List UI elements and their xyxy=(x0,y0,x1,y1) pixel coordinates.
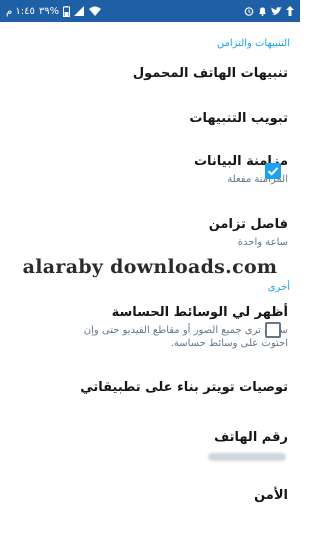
signal-icon xyxy=(74,6,85,16)
battery-percent: ٣٩% xyxy=(38,5,60,17)
data-sync-checkbox[interactable] xyxy=(265,163,281,179)
setting-data-sync[interactable]: مزامنة البيانات المزامنة مفعلة xyxy=(0,154,300,186)
setting-security[interactable]: الأمن xyxy=(0,488,300,503)
setting-title: توصيات تويتر بناء على تطبيقاتي xyxy=(80,380,288,395)
setting-title: تنبيهات الهاتف المحمول xyxy=(132,66,288,81)
setting-mobile-notifications[interactable]: تنبيهات الهاتف المحمول xyxy=(0,66,300,81)
watermark: alaraby downloads.com xyxy=(22,256,278,278)
notification-bell-icon xyxy=(258,6,267,16)
setting-sync-interval[interactable]: فاصل تزامن ساعة واحدة xyxy=(0,217,300,249)
alarm-icon xyxy=(244,6,254,16)
setting-subtitle: سوف ترى جميع الصور أو مقاطع الفيديو حتى … xyxy=(83,325,288,349)
battery-icon xyxy=(63,5,71,17)
arrow-up-icon xyxy=(286,6,294,16)
section-header-other: أخرى xyxy=(267,282,290,293)
wifi-icon xyxy=(89,6,102,16)
section-header-notifications-sync: التنبيهات والتزامن xyxy=(216,38,290,49)
setting-title: رقم الهاتف xyxy=(214,430,288,445)
twitter-icon xyxy=(271,6,282,16)
setting-sensitive-media[interactable]: أظهر لي الوسائط الحساسة سوف ترى جميع الص… xyxy=(0,305,300,350)
setting-title: تبويب التنبيهات xyxy=(189,111,288,126)
setting-subtitle: ساعة واحدة xyxy=(237,237,288,248)
setting-title: أظهر لي الوسائط الحساسة xyxy=(111,305,288,320)
redacted-phone-number xyxy=(208,453,286,461)
setting-title: الأمن xyxy=(254,488,288,503)
status-bar: ١:٤٥ م ٣٩% xyxy=(0,0,300,22)
sensitive-media-checkbox[interactable] xyxy=(265,322,281,338)
setting-twitter-recommendations[interactable]: توصيات تويتر بناء على تطبيقاتي xyxy=(0,380,300,395)
setting-notification-tab[interactable]: تبويب التنبيهات xyxy=(0,111,300,126)
setting-subtitle: المزامنة مفعلة xyxy=(227,174,288,185)
setting-title: مزامنة البيانات xyxy=(193,154,288,169)
status-bar-left: ١:٤٥ م ٣٩% xyxy=(6,5,102,17)
setting-phone-number[interactable]: رقم الهاتف xyxy=(0,430,300,461)
clock: ١:٤٥ م xyxy=(6,5,35,17)
setting-title: فاصل تزامن xyxy=(208,217,288,232)
status-bar-right xyxy=(244,6,294,16)
checkmark-icon xyxy=(267,167,279,176)
